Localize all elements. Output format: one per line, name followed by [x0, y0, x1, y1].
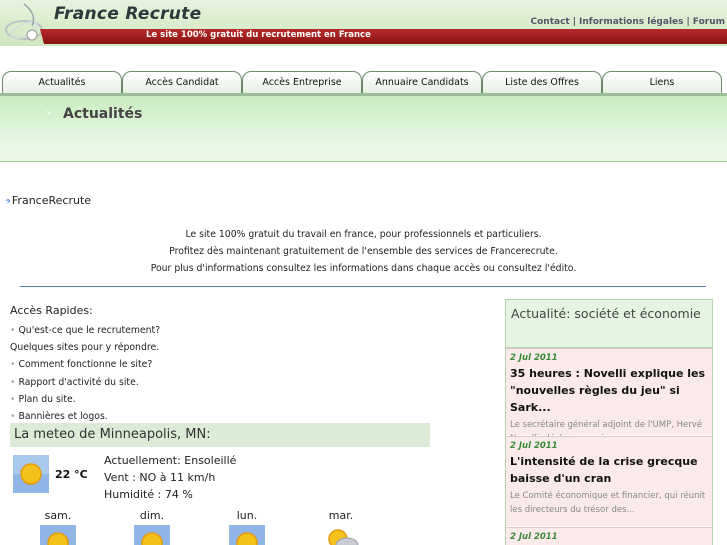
- news-date: 2 Jul 2011: [510, 441, 558, 451]
- section-heading: ·› FranceRecrute: [5, 194, 91, 207]
- news-date: 2 Jul 2011: [510, 532, 558, 542]
- main-nav: Actualités Accès Candidat Accès Entrepri…: [0, 46, 727, 96]
- section-heading-text: FranceRecrute: [11, 194, 92, 207]
- sun-icon: [13, 455, 49, 493]
- page-title: Actualités: [63, 106, 143, 122]
- link-activity-report[interactable]: • Rapport d'activité du site.: [10, 374, 160, 391]
- tab-liens[interactable]: Liens: [602, 71, 722, 93]
- top-links: Contact | Informations légales | Forum: [530, 17, 725, 27]
- weather-wind: Vent : NO à 11 km/h: [104, 471, 216, 484]
- weather-temperature: 22 °C: [55, 468, 88, 481]
- tab-actualites[interactable]: Actualités: [2, 71, 122, 93]
- bullet-icon: •: [10, 359, 16, 371]
- forecast-day: dim.: [139, 509, 165, 522]
- weather-humidity: Humidité : 74 %: [104, 488, 193, 501]
- bullet-icon: •: [10, 411, 16, 423]
- news-header: Actualité: société et économie: [506, 300, 712, 348]
- news-item[interactable]: 2 Jul 2011 35 heures : Novelli explique …: [506, 348, 712, 444]
- forecast-day: mar.: [328, 509, 354, 522]
- tab-annuaire-candidats[interactable]: Annuaire Candidats: [362, 71, 482, 93]
- bullet-icon: •: [10, 325, 16, 336]
- link-how-site-works[interactable]: • Comment fonctionne le site?: [10, 356, 160, 373]
- weather-current: Actuellement: Ensoleillé: [104, 454, 237, 467]
- arrow-dots-icon: ·›: [5, 194, 11, 207]
- weather-header: La meteo de Minneapolis, MN:: [10, 423, 430, 447]
- quick-access-list: • Qu'est-ce que le recrutement? Quelques …: [10, 322, 160, 425]
- sun-icon: [134, 525, 170, 545]
- news-date: 2 Jul 2011: [510, 353, 558, 363]
- tab-acces-entreprise[interactable]: Accès Entreprise: [242, 71, 362, 93]
- news-headline[interactable]: L'intensité de la crise grecque baisse d…: [510, 453, 708, 487]
- news-title: Actualité: société et économie: [511, 306, 701, 321]
- weather-details: Actuellement: Ensoleillé Vent : NO à 11 …: [104, 452, 236, 503]
- quick-access-title: Accès Rapides:: [10, 304, 93, 317]
- sun-icon: [229, 525, 265, 545]
- page-title-band: › Actualités: [0, 96, 727, 162]
- partly-cloudy-icon: [323, 525, 359, 545]
- sun-icon: [40, 525, 76, 545]
- link-site-map[interactable]: • Plan du site.: [10, 391, 160, 408]
- nav-tabs: Actualités Accès Candidat Accès Entrepri…: [2, 71, 722, 93]
- forecast-day: sam.: [44, 509, 72, 522]
- news-item[interactable]: 2 Jul 2011: [506, 527, 712, 545]
- news-excerpt: Le Comité économique et financier, qui r…: [510, 491, 706, 515]
- news-item[interactable]: 2 Jul 2011 L'intensité de la crise grecq…: [506, 436, 712, 526]
- weather-title: La meteo de Minneapolis, MN:: [14, 427, 211, 442]
- intro-line: Pour plus d'informations consultez les i…: [150, 263, 577, 274]
- chevron-right-icon: ›: [46, 106, 52, 121]
- intro-text: Le site 100% gratuit du travail en franc…: [0, 226, 727, 277]
- divider: [20, 286, 706, 287]
- site-title[interactable]: France Recrute: [54, 4, 201, 24]
- tagline-bar: Le site 100% gratuit du recrutement en F…: [40, 29, 727, 44]
- forecast-day: lun.: [236, 509, 258, 522]
- forum-link[interactable]: Forum: [693, 17, 725, 27]
- intro-line: Profitez dès maintenant gratuitement de …: [169, 246, 558, 257]
- site-header: France Recrute Contact | Informations léga…: [0, 0, 727, 46]
- link-what-is-recruitment[interactable]: • Qu'est-ce que le recrutement?: [10, 322, 160, 339]
- news-panel: Actualité: société et économie 2 Jul 201…: [505, 299, 713, 545]
- tab-liste-offres[interactable]: Liste des Offres: [482, 71, 602, 93]
- tab-acces-candidat[interactable]: Accès Candidat: [122, 71, 242, 93]
- bullet-icon: •: [10, 393, 16, 405]
- intro-line: Le site 100% gratuit du travail en franc…: [185, 229, 542, 240]
- legal-info-link[interactable]: Informations légales: [579, 17, 683, 27]
- quick-access-note: Quelques sites pour y répondre.: [10, 342, 160, 354]
- contact-link[interactable]: Contact: [531, 17, 570, 27]
- bullet-icon: •: [10, 376, 16, 388]
- site-tagline: Le site 100% gratuit du recrutement en F…: [146, 30, 371, 40]
- news-headline[interactable]: 35 heures : Novelli explique les "nouvel…: [510, 365, 708, 416]
